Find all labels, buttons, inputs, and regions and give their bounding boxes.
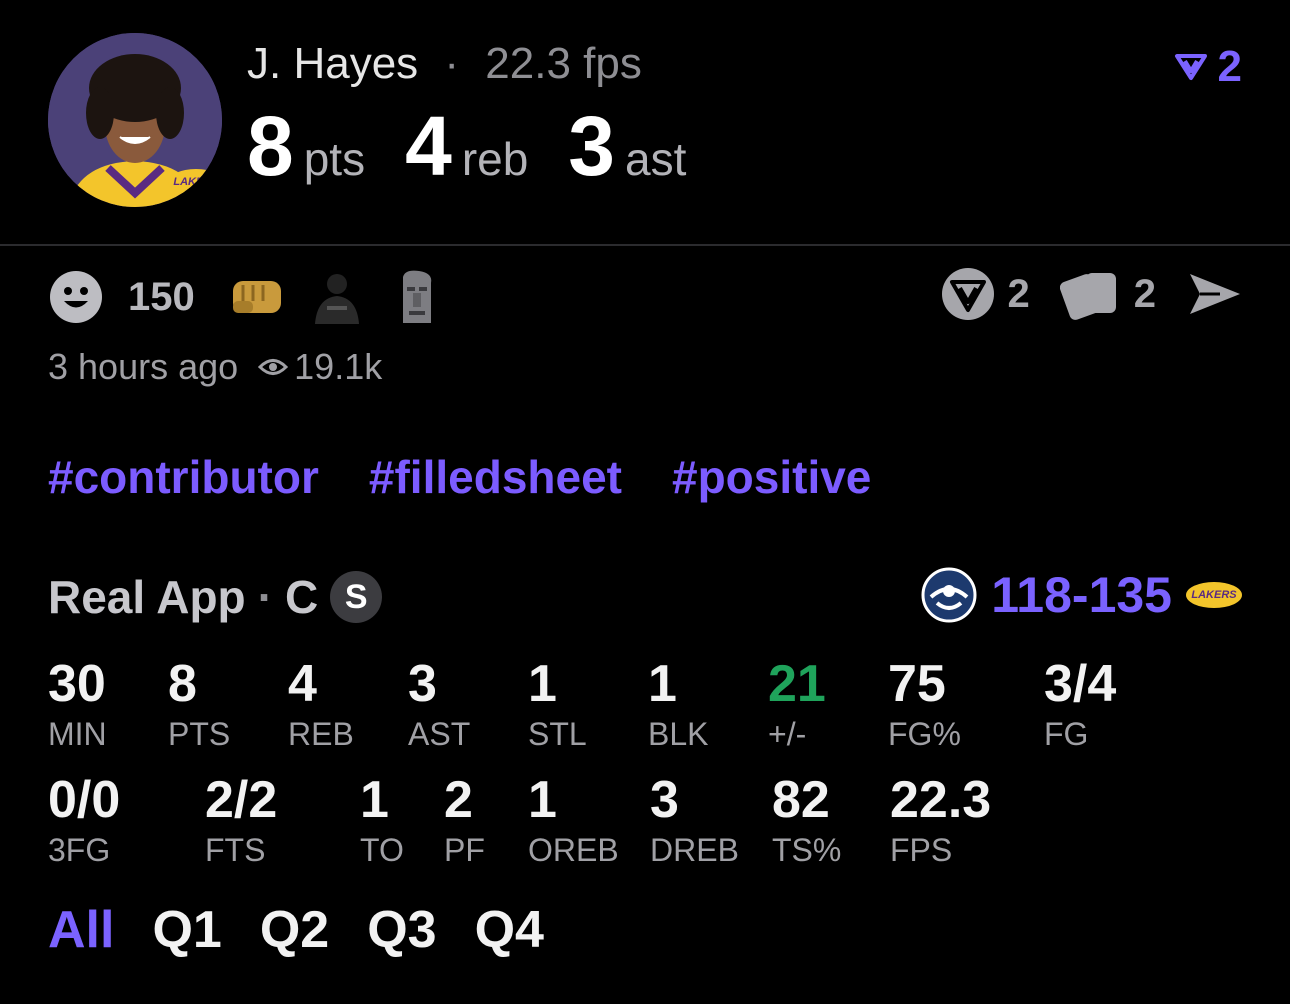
tag-contributor[interactable]: #contributor (48, 450, 319, 504)
stat-plus-minus: 21 +/- (768, 655, 826, 752)
eye-icon (258, 359, 289, 375)
position-label: C (284, 571, 319, 623)
stat-stl: 1 STL (528, 655, 587, 752)
tab-q3[interactable]: Q3 (367, 900, 436, 960)
post-meta: 3 hours ago 19.1k (48, 346, 382, 388)
smiley-icon[interactable] (48, 269, 104, 325)
game-line: Real App · C S (48, 570, 383, 624)
headline-rebounds-unit: reb (461, 133, 529, 185)
cards-count: 2 (1133, 271, 1156, 316)
tab-all[interactable]: All (48, 900, 114, 960)
post-actions: 2 2 (940, 266, 1243, 322)
tab-q1[interactable]: Q1 (152, 900, 221, 960)
cards-icon[interactable] (1059, 267, 1122, 321)
starter-badge: S (330, 571, 383, 623)
stat-fg: 3/4 FG (1044, 655, 1117, 752)
vote-indicator[interactable]: 2 (1174, 42, 1242, 92)
header-divider (0, 244, 1290, 246)
views-count: 19.1k (294, 346, 383, 387)
fist-bump-icon[interactable] (229, 269, 285, 325)
stat-fg-pct: 75 FG% (888, 655, 961, 752)
vote-circle-icon[interactable] (940, 266, 996, 322)
stat-3fg: 0/0 3FG (48, 771, 121, 868)
vote-count: 2 (1007, 271, 1030, 316)
stat-pts: 8 PTS (168, 655, 231, 752)
name-separator: · (444, 39, 460, 88)
reactions-row: 150 (48, 268, 455, 326)
stat-pf: 2 PF (444, 771, 485, 868)
hashtags: #contributor #filledsheet #positive (48, 450, 871, 504)
vote-count-top: 2 (1217, 42, 1242, 91)
tag-positive[interactable]: #positive (672, 450, 871, 504)
stat-oreb: 1 OREB (528, 771, 619, 868)
fps-value: 22.3 fps (485, 39, 642, 88)
stat-fps: 22.3 FPS (890, 771, 992, 868)
tab-q2[interactable]: Q2 (260, 900, 329, 960)
opponent-logo-icon (921, 567, 977, 623)
headline-stats: 8 pts 4 reb 3 ast (247, 98, 726, 194)
player-name-line: J. Hayes · 22.3 fps (247, 38, 642, 90)
time-ago: 3 hours ago (48, 346, 239, 387)
tab-q4[interactable]: Q4 (475, 900, 544, 960)
stat-to: 1 TO (360, 771, 404, 868)
reaction-count: 150 (128, 274, 195, 319)
headline-points-unit: pts (303, 133, 366, 185)
source-label: Real App (48, 571, 246, 623)
stat-blk: 1 BLK (648, 655, 709, 752)
game-separator: · (257, 571, 273, 623)
game-score[interactable]: 118-135 LAKERS (921, 566, 1242, 624)
score-value: 118-135 (991, 567, 1172, 623)
headline-points: 8 (247, 99, 294, 193)
player-avatar[interactable]: LAKERS (48, 33, 222, 207)
nets-player-icon[interactable] (309, 269, 365, 325)
stat-fts: 2/2 FTS (205, 771, 278, 868)
lakers-logo-icon: LAKERS (168, 169, 222, 195)
headline-assists: 3 (568, 99, 616, 193)
stat-ts-pct: 82 TS% (772, 771, 842, 868)
quarter-tabs: All Q1 Q2 Q3 Q4 (48, 900, 544, 960)
moai-icon[interactable] (389, 269, 445, 325)
headline-assists-unit: ast (625, 133, 687, 185)
headline-rebounds: 4 (405, 99, 452, 193)
player-name[interactable]: J. Hayes (247, 39, 418, 88)
stat-dreb: 3 DREB (650, 771, 739, 868)
stat-reb: 4 REB (288, 655, 354, 752)
views: 19.1k (258, 346, 382, 388)
lakers-score-logo-icon: LAKERS (1186, 582, 1242, 608)
stat-min: 30 MIN (48, 655, 107, 752)
tag-filledsheet[interactable]: #filledsheet (369, 450, 622, 504)
stat-ast: 3 AST (408, 655, 471, 752)
vote-arrow-icon (1174, 54, 1207, 80)
share-send-icon[interactable] (1186, 270, 1242, 318)
